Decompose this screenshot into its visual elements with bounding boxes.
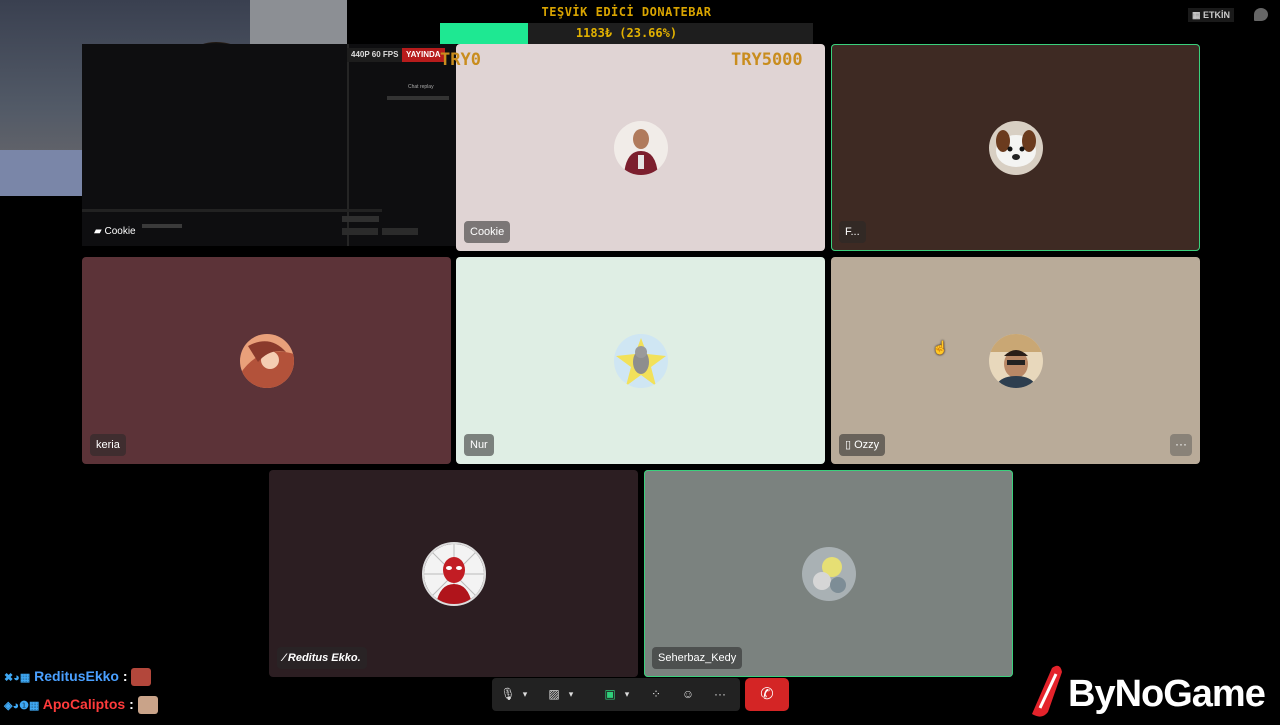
emote-icon (137, 696, 158, 715)
chevron-down-icon[interactable]: ▾ (620, 684, 634, 705)
status-icon: ▦ (1192, 10, 1201, 20)
mic-muted-icon: ⁄ (283, 652, 285, 664)
stream-preview: Chat replay (82, 44, 456, 246)
participant-name: F... (839, 221, 866, 243)
participant-tile-nur[interactable]: Nur (456, 257, 825, 464)
donatebar-title: TEŞVİK EDİCİ DONATEBAR (541, 5, 712, 19)
avatar (988, 120, 1043, 175)
chat-username: ApoCaliptos (42, 696, 126, 712)
participant-name: ▯ Ozzy (839, 434, 886, 456)
live-badge: YAYINDA (402, 48, 445, 62)
avatar (613, 333, 668, 388)
badge-icons: ◈◕❶▦ (4, 700, 40, 712)
participant-name: keria (90, 434, 126, 456)
reactions-icon[interactable]: ☺ (676, 684, 700, 705)
chat-username: ReditusEkko (34, 668, 119, 684)
chevron-down-icon[interactable]: ▾ (518, 684, 532, 705)
chat-message: ◈◕❶▦ ApoCaliptos : (4, 696, 158, 715)
brand-text: ByNoGame (1068, 673, 1265, 715)
participant-tile-ozzy[interactable]: ▯ Ozzy ··· ☝ (831, 257, 1200, 464)
more-icon[interactable]: ··· (708, 684, 732, 705)
badge-icons: ✖◕▦ (4, 672, 31, 684)
resolution-badge: 440P 60 FPS (347, 48, 403, 62)
phone-icon: ▯ (845, 439, 852, 451)
chevron-down-icon[interactable]: ▾ (564, 684, 578, 705)
avatar (613, 120, 668, 175)
donatebar-amount: 1183₺ (23.66%) (575, 26, 678, 40)
avatar (421, 541, 486, 606)
microphone-icon[interactable]: 🎙 (496, 684, 520, 705)
chat-icon[interactable] (1254, 8, 1268, 21)
participant-tile-cookie[interactable]: Cookie (456, 44, 825, 251)
chat-replay-title: Chat replay (408, 84, 434, 90)
participant-tile-keria[interactable]: keria (82, 257, 451, 464)
participant-name: ⁄ Reditus Ekko. (277, 647, 367, 669)
donatebar: 1183₺ (23.66%) (440, 23, 813, 44)
participant-tile-reditus-ekko[interactable]: ⁄ Reditus Ekko. (269, 470, 638, 677)
chat-bubble-icon: ▰ (94, 226, 102, 237)
apps-icon[interactable]: ⁘ (644, 684, 668, 705)
emote-icon (131, 668, 152, 687)
avatar (239, 333, 294, 388)
mouse-cursor-icon: ☝ (932, 340, 949, 355)
stream-overlay-name: ▰ Cookie (94, 226, 136, 237)
avatar (801, 546, 856, 601)
screen-share-icon[interactable]: ▣ (598, 684, 622, 705)
participant-name: Seherbaz_Kedy (652, 647, 743, 669)
participant-tile-seherbaz-kedy[interactable]: Seherbaz_Kedy (644, 470, 1013, 677)
participant-tile-f[interactable]: F... (831, 44, 1200, 251)
end-call-button[interactable]: ✆ (745, 678, 789, 711)
donatebar-min-label: TRY0 (440, 50, 481, 70)
avatar (988, 333, 1043, 388)
camera-off-icon[interactable]: ▨ (542, 684, 566, 705)
chat-message: ✖◕▦ ReditusEkko : (4, 668, 152, 687)
active-status: ▦ ETKİN (1188, 8, 1235, 22)
participant-name: Cookie (464, 221, 511, 243)
bynogame-logo: ByNoGame (1028, 662, 1280, 720)
call-toolbar: 🎙 ▾ ▨ ▾ ▣ ▾ ⁘ ☺ ··· (492, 678, 740, 711)
participant-name: Nur (464, 434, 494, 456)
donatebar-goal-label: TRY5000 (731, 50, 803, 70)
more-options-button[interactable]: ··· (1170, 434, 1192, 456)
